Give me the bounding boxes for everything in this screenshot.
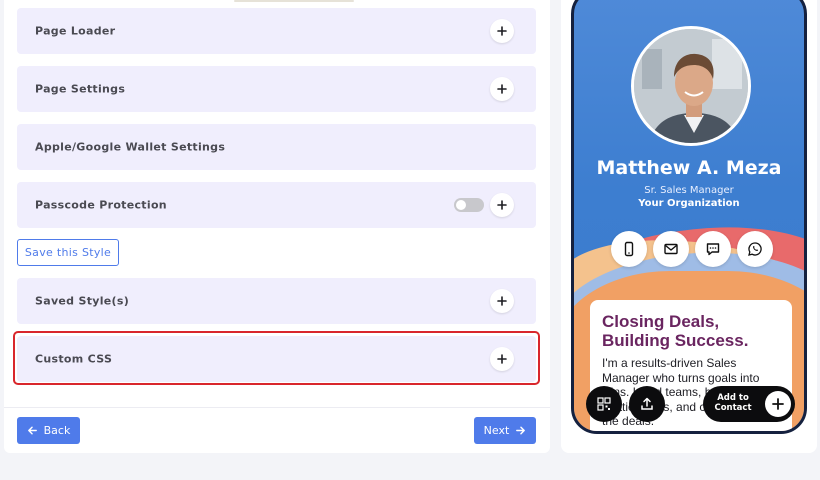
accordion-saved-styles[interactable]: Saved Style(s) [17, 278, 536, 324]
add-contact-line: Add to [717, 393, 749, 403]
expand-plus-icon[interactable] [490, 193, 514, 217]
arrow-left-icon [27, 426, 37, 435]
profile-organization: Your Organization [638, 198, 740, 209]
profile-name: Matthew A. Meza [596, 157, 782, 179]
expand-plus-icon[interactable] [490, 289, 514, 313]
share-icon[interactable] [629, 386, 665, 422]
contact-actions [611, 231, 773, 267]
mail-icon[interactable] [653, 231, 689, 267]
next-button[interactable]: Next [474, 417, 536, 444]
bio-headline: Closing Deals, Building Success. [602, 312, 780, 350]
add-to-contact-button[interactable]: Add to Contact [703, 386, 795, 422]
add-contact-line: Contact [714, 403, 752, 413]
accordion-label: Page Loader [35, 24, 116, 38]
phone-icon[interactable] [611, 231, 647, 267]
profile-role: Sr. Sales Manager [644, 185, 734, 196]
arrow-right-icon [516, 426, 526, 435]
accordion-passcode-protection[interactable]: Passcode Protection [17, 182, 536, 228]
phone-preview: Matthew A. Meza Sr. Sales Manager Your O… [571, 0, 807, 434]
scroll-edge [234, 0, 354, 2]
accordion-label: Passcode Protection [35, 198, 167, 212]
plus-icon [765, 391, 791, 417]
bio-text-line: Manager who turns goals into [602, 370, 760, 385]
bio-text-line: I'm a results-driven Sales [602, 356, 737, 370]
highlight-box [13, 331, 540, 385]
avatar [631, 26, 751, 146]
passcode-toggle[interactable] [454, 198, 484, 212]
accordion-label: Page Settings [35, 82, 126, 96]
bio-headline-line: Closing Deals, [602, 312, 720, 331]
bio-headline-line: Building Success. [602, 331, 749, 350]
add-contact-label: Add to Contact [703, 393, 763, 413]
expand-plus-icon[interactable] [490, 77, 514, 101]
save-style-button[interactable]: Save this Style [17, 239, 119, 266]
toggle-knob [456, 200, 466, 210]
expand-plus-icon[interactable] [490, 19, 514, 43]
qr-code-icon[interactable] [586, 386, 622, 422]
accordion-wallet-settings[interactable]: Apple/Google Wallet Settings [17, 124, 536, 170]
back-label: Back [43, 424, 71, 437]
accordion-label: Apple/Google Wallet Settings [35, 140, 226, 154]
message-icon[interactable] [695, 231, 731, 267]
settings-panel: Page Loader Page Settings Apple/Google W… [4, 0, 550, 453]
whatsapp-icon[interactable] [737, 231, 773, 267]
accordion-label: Saved Style(s) [35, 294, 130, 308]
accordion-page-settings[interactable]: Page Settings [17, 66, 536, 112]
back-button[interactable]: Back [17, 417, 80, 444]
accordion-page-loader[interactable]: Page Loader [17, 8, 536, 54]
next-label: Next [483, 424, 510, 437]
preview-panel: Matthew A. Meza Sr. Sales Manager Your O… [561, 0, 817, 453]
footer-divider [4, 407, 550, 408]
